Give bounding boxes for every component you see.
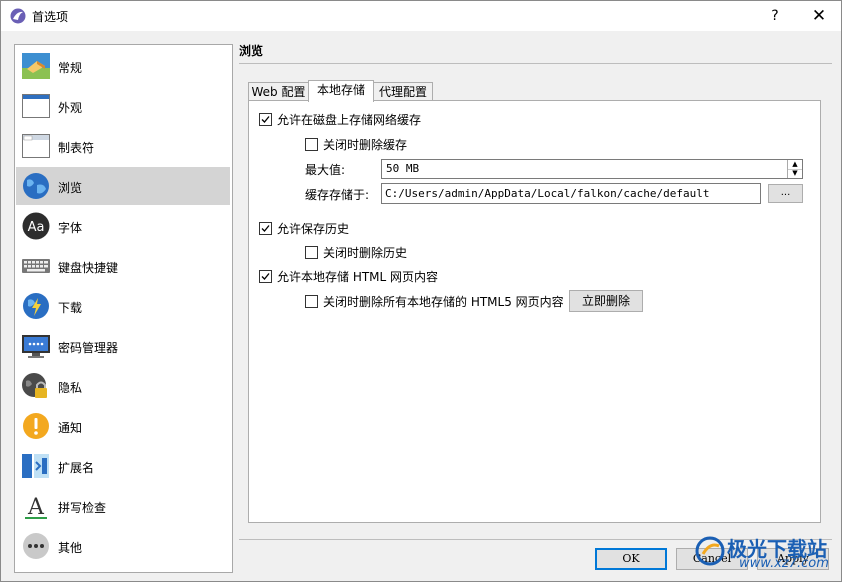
max-size-value: 50 MB (386, 162, 420, 175)
sidebar-item-label: 制表符 (58, 141, 95, 155)
sidebar-item-appearance[interactable]: 外观 (16, 87, 230, 125)
ok-button[interactable]: OK (595, 548, 667, 570)
spin-down-icon[interactable]: ▼ (788, 169, 802, 178)
sidebar-item-keyboard[interactable]: 键盘快捷键 (16, 247, 230, 285)
sidebar-item-other[interactable]: 其他 (16, 527, 230, 565)
delete-html5-on-close-checkbox[interactable]: 关闭时删除所有本地存储的 HTML5 网页内容 (305, 293, 564, 310)
sidebar-item-label: 拼写检查 (58, 501, 107, 515)
sidebar-item-label: 密码管理器 (58, 341, 119, 355)
allow-html5-storage-checkbox[interactable]: 允许本地存储 HTML 网页内容 (259, 268, 438, 285)
sidebar-item-browsing[interactable]: 浏览 (16, 167, 230, 205)
cache-path-value: C:/Users/admin/AppData/Local/falkon/cach… (385, 187, 710, 200)
checkbox-label: 关闭时删除历史 (323, 246, 408, 260)
general-icon (22, 53, 50, 79)
sidebar-item-label: 其他 (58, 541, 83, 555)
sidebar-item-label: 外观 (58, 101, 83, 115)
sidebar-item-extensions[interactable]: 扩展名 (16, 447, 230, 485)
close-button[interactable]: ✕ (805, 5, 833, 27)
falkon-app-icon (10, 8, 26, 24)
watermark: 极光下载站 www.xz7.com (691, 532, 841, 576)
cache-path-input[interactable]: C:/Users/admin/AppData/Local/falkon/cach… (381, 183, 761, 204)
max-size-spinbox[interactable]: 50 MB ▲ ▼ (381, 159, 803, 179)
allow-history-checkbox[interactable]: 允许保存历史 (259, 220, 349, 237)
keyboard-icon (22, 259, 50, 273)
checkbox-unchecked-icon (305, 138, 318, 151)
checkbox-label: 关闭时删除所有本地存储的 HTML5 网页内容 (323, 295, 564, 309)
sidebar-item-label: 浏览 (58, 181, 83, 195)
checkbox-unchecked-icon (305, 295, 318, 308)
checkbox-label: 允许本地存储 HTML 网页内容 (277, 270, 439, 284)
svg-text:Aa: Aa (28, 220, 45, 235)
max-size-label: 最大值: (305, 163, 346, 177)
sidebar-item-label: 下载 (58, 301, 83, 315)
checkbox-checked-icon (259, 270, 272, 283)
section-title: 浏览 (239, 44, 264, 58)
preferences-window: 首选项 ? ✕ 常规 外观 制表符 浏览 Aa 字体 键盘快捷键 下载 密码管理… (0, 0, 842, 582)
sidebar-item-download[interactable]: 下载 (16, 287, 230, 325)
sidebar-item-label: 键盘快捷键 (58, 261, 119, 275)
cache-path-label: 缓存存储于: (305, 188, 370, 202)
tab-web-config[interactable]: Web 配置 (248, 82, 309, 102)
sidebar-item-label: 隐私 (58, 381, 83, 395)
browsing-icon (23, 173, 49, 199)
checkbox-checked-icon (259, 113, 272, 126)
sidebar-item-label: 扩展名 (58, 461, 95, 475)
extensions-icon (22, 454, 49, 478)
checkbox-label: 允许在磁盘上存储网络缓存 (277, 113, 422, 127)
sidebar-item-privacy[interactable]: 隐私 (16, 367, 230, 405)
title-bar: 首选项 ? ✕ (1, 1, 841, 31)
svg-text:A: A (27, 495, 45, 520)
other-icon (23, 533, 49, 559)
window-title: 首选项 (32, 10, 69, 24)
sidebar-item-notifications[interactable]: 通知 (16, 407, 230, 445)
appearance-icon (22, 94, 50, 118)
allow-disk-cache-checkbox[interactable]: 允许在磁盘上存储网络缓存 (259, 111, 421, 128)
checkbox-label: 关闭时删除缓存 (323, 138, 408, 152)
section-divider (239, 63, 832, 64)
checkbox-unchecked-icon (305, 246, 318, 259)
fonts-icon: Aa (22, 212, 50, 240)
browse-button[interactable]: ... (768, 184, 803, 203)
sidebar-item-label: 常规 (58, 61, 83, 75)
password-manager-icon (22, 335, 50, 358)
delete-cache-on-close-checkbox[interactable]: 关闭时删除缓存 (305, 136, 407, 153)
delete-history-on-close-checkbox[interactable]: 关闭时删除历史 (305, 244, 407, 261)
spin-buttons: ▲ ▼ (787, 160, 802, 178)
sidebar-item-fonts[interactable]: Aa 字体 (16, 207, 230, 245)
tabs-icon (22, 134, 50, 158)
checkbox-checked-icon (259, 222, 272, 235)
sidebar-item-tabs[interactable]: 制表符 (16, 127, 230, 165)
tab-proxy-config[interactable]: 代理配置 (373, 82, 433, 102)
preferences-sidebar: 常规 外观 制表符 浏览 Aa 字体 键盘快捷键 下载 密码管理器 隐私 通知 … (14, 44, 233, 573)
spellcheck-icon: A (25, 495, 47, 520)
sidebar-item-general[interactable]: 常规 (16, 47, 230, 85)
tab-local-storage[interactable]: 本地存储 (308, 80, 374, 102)
delete-now-button[interactable]: 立即删除 (569, 290, 643, 312)
sidebar-item-label: 字体 (58, 221, 83, 235)
notifications-icon (23, 413, 49, 439)
help-button[interactable]: ? (761, 5, 789, 27)
sidebar-item-password-manager[interactable]: 密码管理器 (16, 327, 230, 365)
checkbox-label: 允许保存历史 (277, 222, 350, 236)
watermark-url: www.xz7.com (739, 556, 829, 571)
watermark-logo-icon (695, 536, 725, 566)
privacy-icon (22, 373, 47, 398)
download-icon (23, 293, 49, 319)
sidebar-item-spellcheck[interactable]: A 拼写检查 (16, 487, 230, 525)
sidebar-item-label: 通知 (58, 421, 83, 435)
